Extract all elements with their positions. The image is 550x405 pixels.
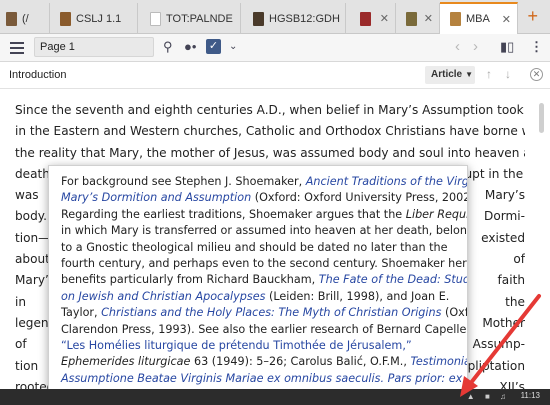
section-title: Introduction (9, 69, 67, 81)
tab-label: CSLJ 1.1 (76, 12, 122, 25)
people-icon[interactable]: ●• (184, 39, 196, 54)
arrow-down-icon[interactable]: ↓ (505, 67, 511, 81)
footnote-line: Clarendon Press, 1993). See also the ear… (61, 322, 467, 338)
tab-5[interactable]: ✕ (346, 3, 396, 34)
back-arrow-icon[interactable]: ‹ (455, 38, 460, 55)
chevron-down-icon[interactable]: ⌄ (229, 41, 237, 52)
caret-down-icon: ▼ (465, 70, 474, 79)
citation-link[interactable]: Christians and the Holy Places: The Myth… (101, 306, 441, 319)
footnote-text: to a Gnostic theological milieu and shou… (61, 240, 448, 254)
tab-6[interactable]: ✕ (396, 3, 440, 34)
citation-link[interactable]: on Jewish and Christian Apocalypses (61, 290, 265, 303)
page-reference-field[interactable]: Page 1 (34, 37, 154, 57)
article-dropdown-button[interactable]: Article ▼ (425, 66, 475, 84)
close-icon[interactable]: ✕ (530, 68, 543, 81)
tab-label: HGSB12:GDH (269, 12, 340, 25)
footnote-text: benefits particularly from Richard Bauck… (61, 273, 319, 287)
citation-link[interactable]: Assumptione Beatae Virginis Mariae ex om… (61, 372, 462, 385)
forward-arrow-icon[interactable]: › (473, 38, 478, 55)
citation-link[interactable]: “Les Homélies liturgique de prétendu Tim… (61, 339, 412, 352)
article-line: the reality that Mary, the mother of Jes… (15, 145, 525, 160)
citation-link[interactable]: Testimonia de (410, 355, 467, 368)
section-header: Introduction Article ▼ ↑ ↓ ✕ (0, 62, 550, 89)
footnote-text: Clarendon Press, 1993). See also the ear… (61, 322, 468, 336)
footnote-text: Ephemerides liturgicae (61, 355, 191, 369)
scrollbar-thumb[interactable] (539, 103, 544, 133)
article-line: in the Eastern and Western churches, Cat… (15, 124, 525, 139)
citation-link[interactable]: Ancient Traditions of the Virgin (306, 175, 467, 188)
article-line: Since the seventh and eighth centuries A… (15, 103, 525, 117)
footnote-text: 63 (1949): 5–26; Carolus Balić, O.F.M., (190, 355, 411, 369)
footnote-line: Mary’s Dormition and Assumption (Oxford:… (61, 190, 467, 206)
taskbar: ▲ ■ ♫ 11:13 (0, 389, 550, 405)
footnote-text: (Oxford: (444, 306, 468, 320)
book-cover-icon (450, 12, 461, 26)
book-cover-icon (253, 11, 264, 26)
footnote-text: (Leiden: Brill, 1998), and Joan E. (265, 289, 450, 303)
footnote-line: fourth century, and perhaps even to the … (61, 256, 467, 272)
tab-bar: (/ CSLJ 1.1 TOT:PALNDE HGSB12:GDH ✕ ✕ MB… (0, 0, 550, 34)
footnote-line: “Les Homélies liturgique de prétendu Tim… (61, 338, 457, 354)
tab-2[interactable]: CSLJ 1.1 (50, 3, 138, 34)
more-options-icon[interactable]: ⋮ (530, 39, 543, 55)
footnote-line: Ephemerides liturgicae 63 (1949): 5–26; … (61, 354, 467, 370)
citation-link[interactable]: Mary’s Dormition and Assumption (61, 191, 251, 204)
footnote-line: Regarding the earliest traditions, Shoem… (61, 207, 467, 223)
footnote-text: fourth century, and perhaps even to the … (61, 256, 468, 270)
book-cover-icon (406, 11, 417, 26)
checkbox-icon[interactable]: ✓ (206, 39, 221, 54)
footnote-line: to a Gnostic theological milieu and shou… (61, 240, 457, 256)
new-tab-icon[interactable]: + (527, 6, 538, 27)
tab-label: MBA (466, 13, 490, 25)
book-cover-icon (150, 11, 161, 26)
footnote-line: Assumptione Beatae Virginis Mariae ex om… (61, 371, 462, 387)
tray-icons: ▲ ■ ♫ (466, 392, 510, 401)
tab-label: (/ (22, 12, 29, 25)
book-cover-icon (60, 11, 71, 26)
tab-1[interactable]: (/ (0, 3, 50, 34)
book-cover-icon (360, 11, 371, 26)
clock: 11:13 (520, 391, 540, 400)
tab-active-mba[interactable]: MBA ✕ (440, 2, 518, 34)
footnote-text: (Oxford: Oxford University Press, 2002). (251, 191, 468, 205)
close-icon[interactable]: ✕ (502, 13, 511, 26)
footnote-text: Regarding the earliest traditions, Shoem… (61, 207, 406, 221)
arrow-up-icon[interactable]: ↑ (486, 67, 492, 81)
panel-layout-icon[interactable]: ▮▯ (500, 39, 514, 55)
footnote-line: For background see Stephen J. Shoemaker,… (61, 174, 467, 190)
footnote-line: on Jewish and Christian Apocalypses (Lei… (61, 289, 457, 305)
close-icon[interactable]: ✕ (424, 12, 433, 25)
tab-label: TOT:PALNDE (166, 12, 233, 25)
menu-icon[interactable] (10, 39, 24, 55)
footnote-line: Taylor, Christians and the Holy Places: … (61, 305, 467, 321)
tab-4[interactable]: HGSB12:GDH (241, 3, 346, 34)
footnote-text: Taylor, (61, 306, 102, 320)
footnote-line: benefits particularly from Richard Bauck… (61, 272, 467, 288)
footnote-line: in which Mary is transferred or assumed … (61, 223, 467, 239)
search-icon[interactable]: ⚲ (163, 39, 173, 55)
footnote-text: in which Mary is transferred or assumed … (61, 224, 468, 238)
footnote-text: Liber Requiei (405, 207, 467, 221)
article-label: Article (431, 69, 463, 80)
close-icon[interactable]: ✕ (380, 12, 389, 25)
citation-link[interactable]: The Fate of the Dead: Studies (319, 273, 467, 286)
footnote-text: For background see Stephen J. Shoemaker, (61, 175, 306, 188)
book-cover-icon (6, 11, 17, 26)
toolbar: Page 1 ⚲ ●• ✓ ⌄ ‹ › ▮▯ ⋮ (0, 34, 550, 62)
tab-3[interactable]: TOT:PALNDE (138, 3, 241, 34)
footnote-popup: For background see Stephen J. Shoemaker,… (48, 165, 468, 397)
